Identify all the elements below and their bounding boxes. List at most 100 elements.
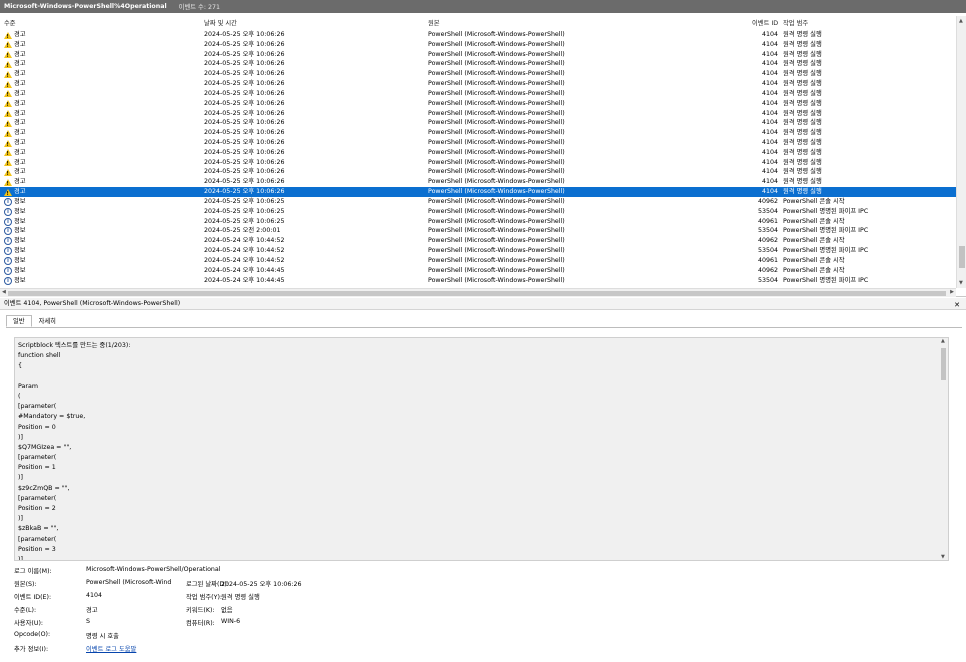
event-row[interactable]: i 정보 2024-05-25 오후 10:06:25 PowerShell (Mic… (0, 207, 956, 217)
message-line: $Q7MGIzea = "", (18, 443, 72, 451)
keywords-label: 키워드(K): (186, 607, 215, 614)
event-level-cell: i 정보 (4, 276, 26, 285)
column-header-source[interactable]: 원본 (428, 18, 440, 27)
tab-details[interactable]: 자세히 (32, 315, 63, 327)
event-level-text: 경고 (14, 99, 26, 107)
keywords-value: 없음 (221, 607, 233, 614)
info-icon: i (4, 266, 12, 275)
message-line: Param (18, 382, 38, 390)
event-level-text: 경고 (14, 70, 26, 78)
event-row[interactable]: 경고 2024-05-25 오후 10:06:26 PowerShell (Micr… (0, 158, 956, 168)
message-scrollbar[interactable]: ▲ ▼ (939, 338, 948, 560)
event-row[interactable]: 경고 2024-05-25 오후 10:06:26 PowerShell (Micr… (0, 99, 956, 109)
column-header-task-category[interactable]: 작업 범주 (783, 18, 808, 27)
general-tab-pane: Scriptblock 텍스트를 만드는 중(1/203): function s… (6, 327, 962, 662)
event-row[interactable]: 경고 2024-05-25 오후 10:06:26 PowerShell (Micr… (0, 40, 956, 50)
info-icon: i (4, 276, 12, 285)
event-task-category: PowerShell 명명된 파이프 IPC (783, 247, 869, 255)
event-datetime: 2024-05-25 오후 10:06:26 (204, 168, 285, 176)
event-datetime: 2024-05-25 오후 10:06:26 (204, 60, 285, 68)
event-level-text: 경고 (14, 60, 26, 68)
scroll-right-icon[interactable]: ▶ (950, 289, 954, 295)
message-scroll-up-icon[interactable]: ▲ (941, 338, 945, 344)
event-task-category: 원격 명령 실행 (783, 119, 822, 127)
event-task-category: 원격 명령 실행 (783, 129, 822, 137)
close-icon[interactable]: ✕ (954, 299, 960, 311)
event-row[interactable]: 경고 2024-05-25 오후 10:06:26 PowerShell (Micr… (0, 177, 956, 188)
event-list-horizontal-scrollbar[interactable]: ◀ ▶ (0, 288, 956, 297)
event-row[interactable]: 경고 2024-05-25 오후 10:06:26 PowerShell (Micr… (0, 138, 956, 149)
column-header-event-id[interactable]: 이벤트 ID (752, 18, 778, 27)
event-source: PowerShell (Microsoft-Windows-PowerShell… (428, 60, 565, 68)
warning-icon (4, 60, 12, 70)
warning-icon (4, 159, 12, 168)
event-row[interactable]: 경고 2024-05-25 오후 10:06:26 PowerShell (Micr… (0, 59, 956, 70)
event-row[interactable]: i 정보 2024-05-24 오후 10:44:45 PowerShell (Mic… (0, 276, 956, 286)
message-scroll-thumb[interactable] (941, 348, 946, 380)
event-row[interactable]: i 정보 2024-05-25 오후 10:06:25 PowerShell (Mic… (0, 197, 956, 207)
event-task-category: 원격 명령 실행 (783, 168, 822, 176)
scroll-thumb[interactable] (959, 246, 965, 268)
tab-general[interactable]: 일반 (6, 315, 32, 327)
user-label: 사용자(U): (14, 620, 44, 627)
event-row[interactable]: i 정보 2024-05-25 오전 2:00:01 PowerShell (Micr… (0, 226, 956, 236)
event-source: PowerShell (Microsoft-Windows-PowerShell… (428, 178, 565, 186)
event-id-value: 4104 (86, 592, 103, 599)
event-level-text: 경고 (14, 188, 26, 196)
event-datetime: 2024-05-25 오후 10:06:26 (204, 109, 285, 117)
hscroll-thumb[interactable] (8, 291, 946, 296)
column-header-datetime[interactable]: 날짜 및 시간 (204, 18, 237, 27)
event-id: 53504 (757, 247, 778, 255)
message-scroll-down-icon[interactable]: ▼ (941, 554, 945, 560)
event-row[interactable]: 경고 2024-05-25 오후 10:06:26 PowerShell (Micr… (0, 187, 956, 198)
scroll-up-icon[interactable]: ▲ (959, 18, 963, 24)
event-level-text: 경고 (14, 158, 26, 166)
event-level-cell: 경고 (4, 80, 26, 90)
event-id: 4104 (761, 158, 778, 166)
event-row[interactable]: 경고 2024-05-25 오후 10:06:26 PowerShell (Micr… (0, 128, 956, 139)
event-datetime: 2024-05-25 오후 10:06:26 (204, 129, 285, 137)
event-source: PowerShell (Microsoft-Windows-PowerShell… (428, 99, 565, 107)
event-message-text: Scriptblock 텍스트를 만드는 중(1/203): function s… (18, 341, 933, 560)
event-source: PowerShell (Microsoft-Windows-PowerShell… (428, 276, 565, 284)
event-datetime: 2024-05-25 오후 10:06:25 (204, 207, 285, 215)
event-row[interactable]: 경고 2024-05-25 오후 10:06:26 PowerShell (Micr… (0, 109, 956, 119)
event-task-category: 원격 명령 실행 (783, 60, 822, 68)
event-id-label: 이벤트 ID(E): (14, 594, 52, 601)
column-header-level[interactable]: 수준 (4, 18, 16, 27)
event-row[interactable]: 경고 2024-05-25 오후 10:06:26 PowerShell (Micr… (0, 69, 956, 80)
message-line (18, 372, 933, 382)
scroll-left-icon[interactable]: ◀ (2, 289, 6, 295)
details-title-bar: 이벤트 4104, PowerShell (Microsoft-Windows-… (0, 298, 966, 310)
event-row[interactable]: 경고 2024-05-25 오후 10:06:26 PowerShell (Micr… (0, 30, 956, 41)
event-row[interactable]: i 정보 2024-05-24 오후 10:44:52 PowerShell (Mic… (0, 246, 956, 256)
event-datetime: 2024-05-24 오후 10:44:52 (204, 247, 285, 255)
message-line: Position = 2 (18, 505, 56, 512)
event-row[interactable]: 경고 2024-05-25 오후 10:06:26 PowerShell (Micr… (0, 89, 956, 99)
event-row[interactable]: i 정보 2024-05-24 오후 10:44:52 PowerShell (Mic… (0, 256, 956, 266)
event-log-help-link[interactable]: 이벤트 로그 도움말 (86, 644, 136, 653)
event-datetime: 2024-05-25 오후 10:06:26 (204, 40, 285, 48)
event-row[interactable]: 경고 2024-05-25 오후 10:06:26 PowerShell (Micr… (0, 167, 956, 178)
event-level-text: 경고 (14, 31, 26, 38)
event-list-vertical-scrollbar[interactable]: ▲ ▼ (956, 16, 966, 288)
event-id: 40961 (757, 217, 778, 225)
event-id: 4104 (761, 31, 778, 38)
event-level-text: 정보 (14, 247, 26, 255)
event-row[interactable]: i 정보 2024-05-24 오후 10:44:45 PowerShell (Mic… (0, 266, 956, 276)
event-level-text: 정보 (14, 227, 26, 235)
info-icon: i (4, 237, 12, 246)
event-row[interactable]: i 정보 2024-05-24 오후 10:44:52 PowerShell (Mic… (0, 236, 956, 246)
scroll-down-icon[interactable]: ▼ (959, 280, 963, 286)
event-level-text: 정보 (14, 197, 26, 205)
event-row[interactable]: i 정보 2024-05-25 오후 10:06:25 PowerShell (Mic… (0, 217, 956, 227)
event-row[interactable]: 경고 2024-05-25 오후 10:06:26 PowerShell (Micr… (0, 79, 956, 90)
event-level-text: 경고 (14, 178, 26, 186)
event-row[interactable]: 경고 2024-05-25 오후 10:06:26 PowerShell (Micr… (0, 118, 956, 129)
event-message-box[interactable]: Scriptblock 텍스트를 만드는 중(1/203): function s… (14, 337, 949, 561)
event-id: 53504 (757, 207, 778, 215)
event-id: 4104 (761, 89, 778, 97)
event-task-category: PowerShell 콘솔 시작 (783, 266, 845, 274)
event-row[interactable]: 경고 2024-05-25 오후 10:06:26 PowerShell (Micr… (0, 50, 956, 60)
event-row[interactable]: 경고 2024-05-25 오후 10:06:26 PowerShell (Micr… (0, 148, 956, 158)
